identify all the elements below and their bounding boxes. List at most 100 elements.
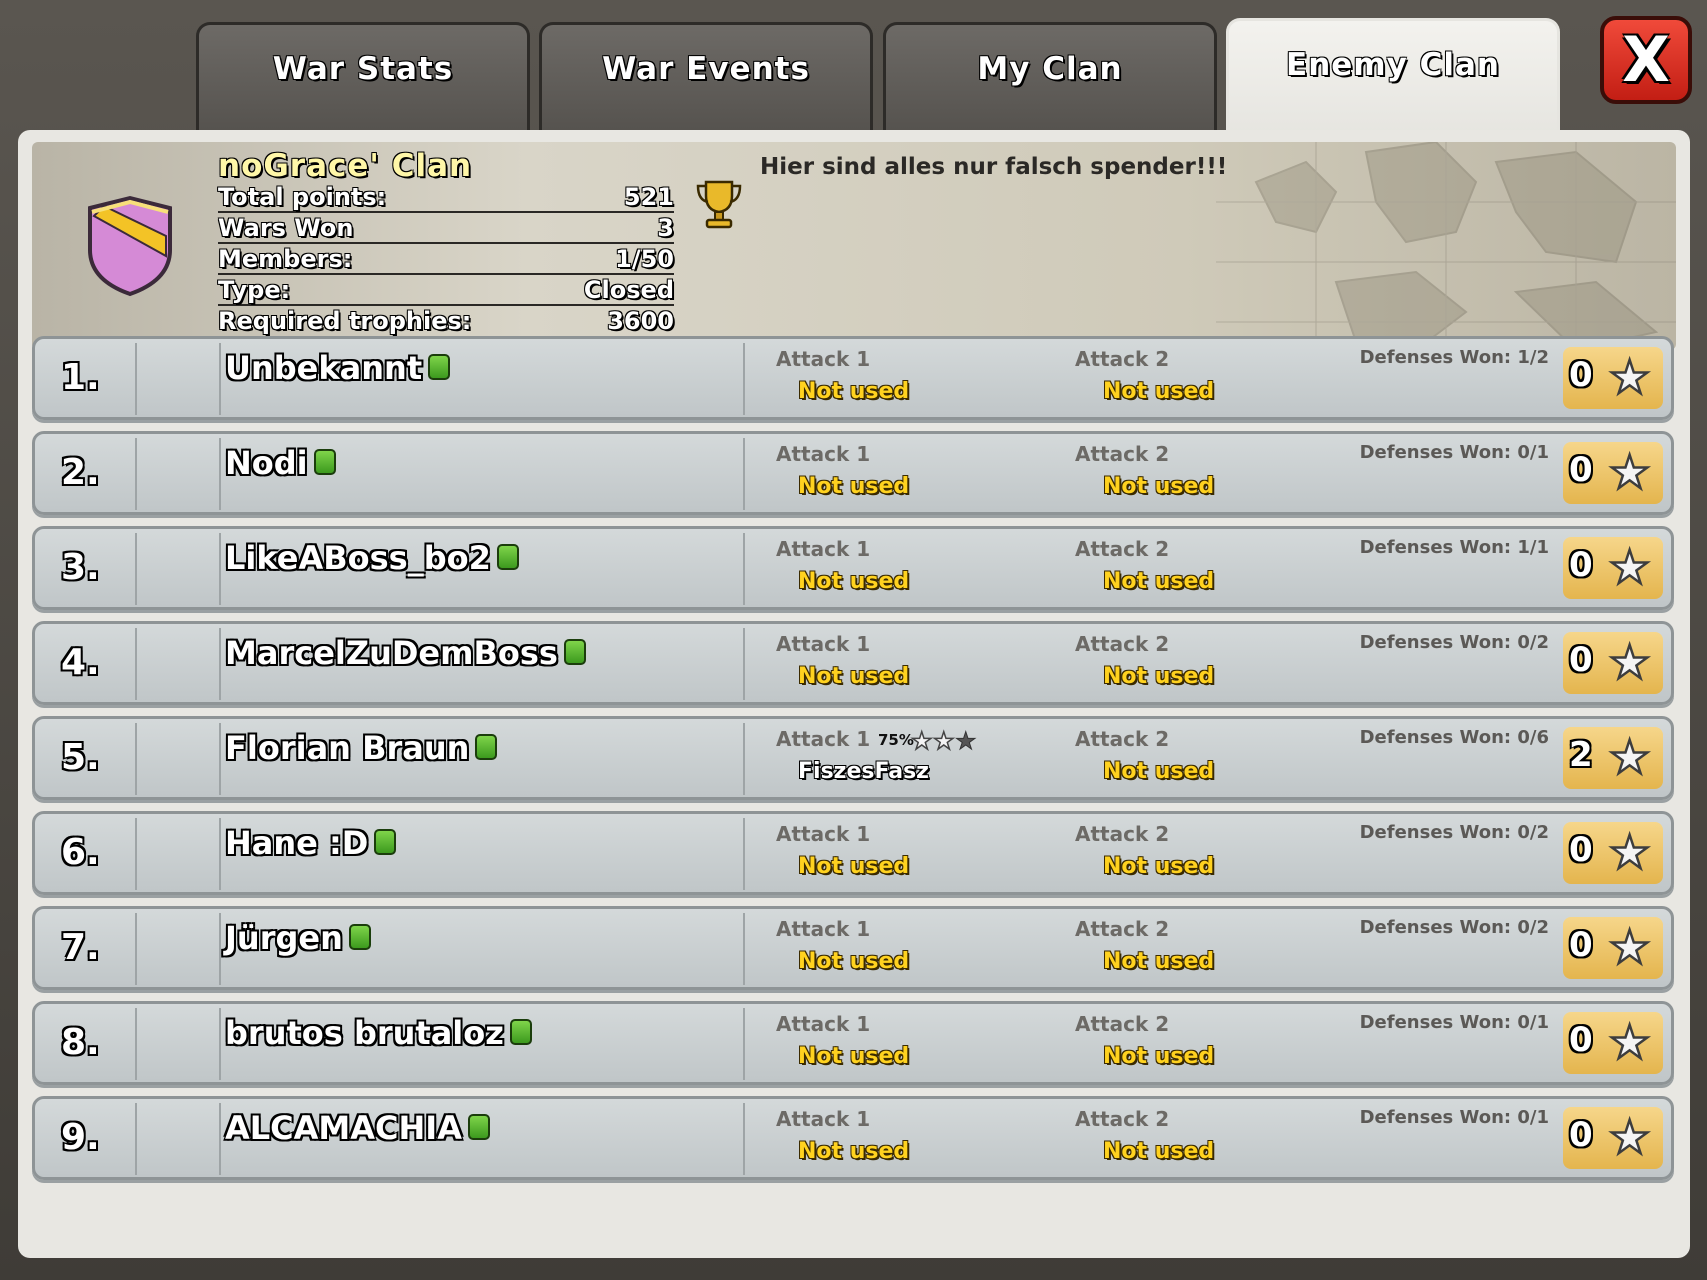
attack2-label: Attack 2 [1075,1107,1170,1131]
attack2-label: Attack 2 [1075,347,1170,371]
member-name-wrap[interactable]: Unbekannt [225,349,451,387]
divider [219,628,221,700]
member-name-wrap[interactable]: Jürgen [225,919,371,957]
divider [135,628,137,700]
divider [219,818,221,890]
attack-percent: 75% [878,731,914,749]
member-row[interactable]: 9. ALCAMACHIA Attack 1 Not used Attack 2… [32,1096,1674,1180]
attack-star-icon: ★ [932,726,955,756]
attack1-label: Attack 1 [776,632,871,656]
stars-count: 0 [1569,1115,1593,1155]
stat-value: 3600 [607,307,674,335]
stars-count: 0 [1569,355,1593,395]
stat-wars-won: Wars Won 3 [218,213,674,244]
stars-count: 0 [1569,640,1593,680]
clan-stats: Total points: 521 Wars Won 3 Members: 1/50 … [218,182,674,337]
attack2-value: Not used [1103,854,1215,879]
divider [135,1008,137,1080]
member-name: Florian Braun [225,729,470,767]
townhall-icon [509,1019,532,1045]
star-icon: ★ [1608,349,1652,406]
townhall-icon [348,924,371,950]
attack-star-icon: ★ [955,727,977,756]
townhall-icon [563,639,586,665]
attack-star-icon: ★ [910,726,933,756]
star-icon: ★ [1608,634,1652,691]
stars-count: 0 [1569,450,1593,490]
member-row[interactable]: 5. Florian Braun Attack 1 75% ★ ★ ★ FiszesF… [32,716,1674,800]
member-name: Unbekannt [225,349,423,387]
member-rank: 6. [61,832,100,873]
townhall-icon [496,544,519,570]
tab-label: War Stats [272,51,454,87]
defenses-won: Defenses Won: 0/2 [1359,917,1549,938]
tab-war-events[interactable]: War Events [539,22,873,134]
member-name-wrap[interactable]: ALCAMACHIA [225,1109,490,1147]
townhall-icon [313,449,336,475]
star-icon: ★ [1608,1109,1652,1166]
member-rank: 7. [61,927,100,968]
divider [135,913,137,985]
stat-label: Type: [218,276,291,304]
member-row[interactable]: 1. Unbekannt Attack 1 Not used Attack 2 … [32,336,1674,420]
member-name-wrap[interactable]: Nodi [225,444,336,482]
member-name-wrap[interactable]: Hane :D [225,824,397,862]
divider [219,343,221,415]
attack1-label: Attack 1 [776,727,871,751]
member-name-wrap[interactable]: LikeABoss_bo2 [225,539,519,577]
divider [219,723,221,795]
stars-box: 0 ★ [1563,632,1663,694]
stat-value: 1/50 [615,245,674,273]
divider [135,533,137,605]
stat-value: Closed [583,276,674,304]
member-row[interactable]: 2. Nodi Attack 1 Not used Attack 2 Not u… [32,431,1674,515]
tab-my-clan[interactable]: My Clan [883,22,1217,134]
member-name: Jürgen [225,919,343,957]
stars-count: 2 [1569,735,1593,775]
star-icon: ★ [1608,824,1652,881]
divider [219,913,221,985]
stars-box: 0 ★ [1563,347,1663,409]
member-row[interactable]: 7. Jürgen Attack 1 Not used Attack 2 Not… [32,906,1674,990]
defenses-won: Defenses Won: 1/2 [1359,347,1549,368]
tab-label: Enemy Clan [1286,47,1500,83]
attack1-label: Attack 1 [776,442,871,466]
divider [743,533,745,605]
attack2-value: Not used [1103,1139,1215,1164]
member-row[interactable]: 8. brutos brutaloz Attack 1 Not used Att… [32,1001,1674,1085]
divider [743,628,745,700]
townhall-icon [374,829,397,855]
star-icon: ★ [1608,444,1652,501]
close-button[interactable]: X [1600,16,1692,104]
member-name: brutos brutaloz [225,1014,504,1052]
attack2-label: Attack 2 [1075,727,1170,751]
attack2-value: Not used [1103,759,1215,784]
member-name-wrap[interactable]: MarcelZuDemBoss [225,634,586,672]
member-name: Hane :D [225,824,369,862]
attack2-label: Attack 2 [1075,442,1170,466]
stars-box: 0 ★ [1563,537,1663,599]
townhall-icon [428,354,451,380]
divider [219,438,221,510]
attack2-value: Not used [1103,664,1215,689]
divider [743,723,745,795]
stars-box: 0 ★ [1563,1107,1663,1169]
member-row[interactable]: 4. MarcelZuDemBoss Attack 1 Not used Att… [32,621,1674,705]
divider [743,913,745,985]
member-name-wrap[interactable]: Florian Braun [225,729,498,767]
stat-members: Members: 1/50 [218,244,674,275]
member-rank: 3. [61,547,100,588]
enemy-clan-panel: noGrace' Clan Total points: 521 Wars Won 3… [18,130,1690,1258]
member-row[interactable]: 3. LikeABoss_bo2 Attack 1 Not used Attac… [32,526,1674,610]
member-rank: 9. [61,1117,100,1158]
tab-war-stats[interactable]: War Stats [196,22,530,134]
member-name-wrap[interactable]: brutos brutaloz [225,1014,532,1052]
attack1-value: Not used [798,379,910,404]
clan-info-header: noGrace' Clan Total points: 521 Wars Won 3… [32,142,1676,350]
tab-enemy-clan[interactable]: Enemy Clan [1226,18,1560,134]
star-icon: ★ [1608,729,1652,786]
member-row[interactable]: 6. Hane :D Attack 1 Not used Attack 2 No… [32,811,1674,895]
divider [135,438,137,510]
attack2-label: Attack 2 [1075,1012,1170,1036]
map-background-icon [1216,142,1676,350]
